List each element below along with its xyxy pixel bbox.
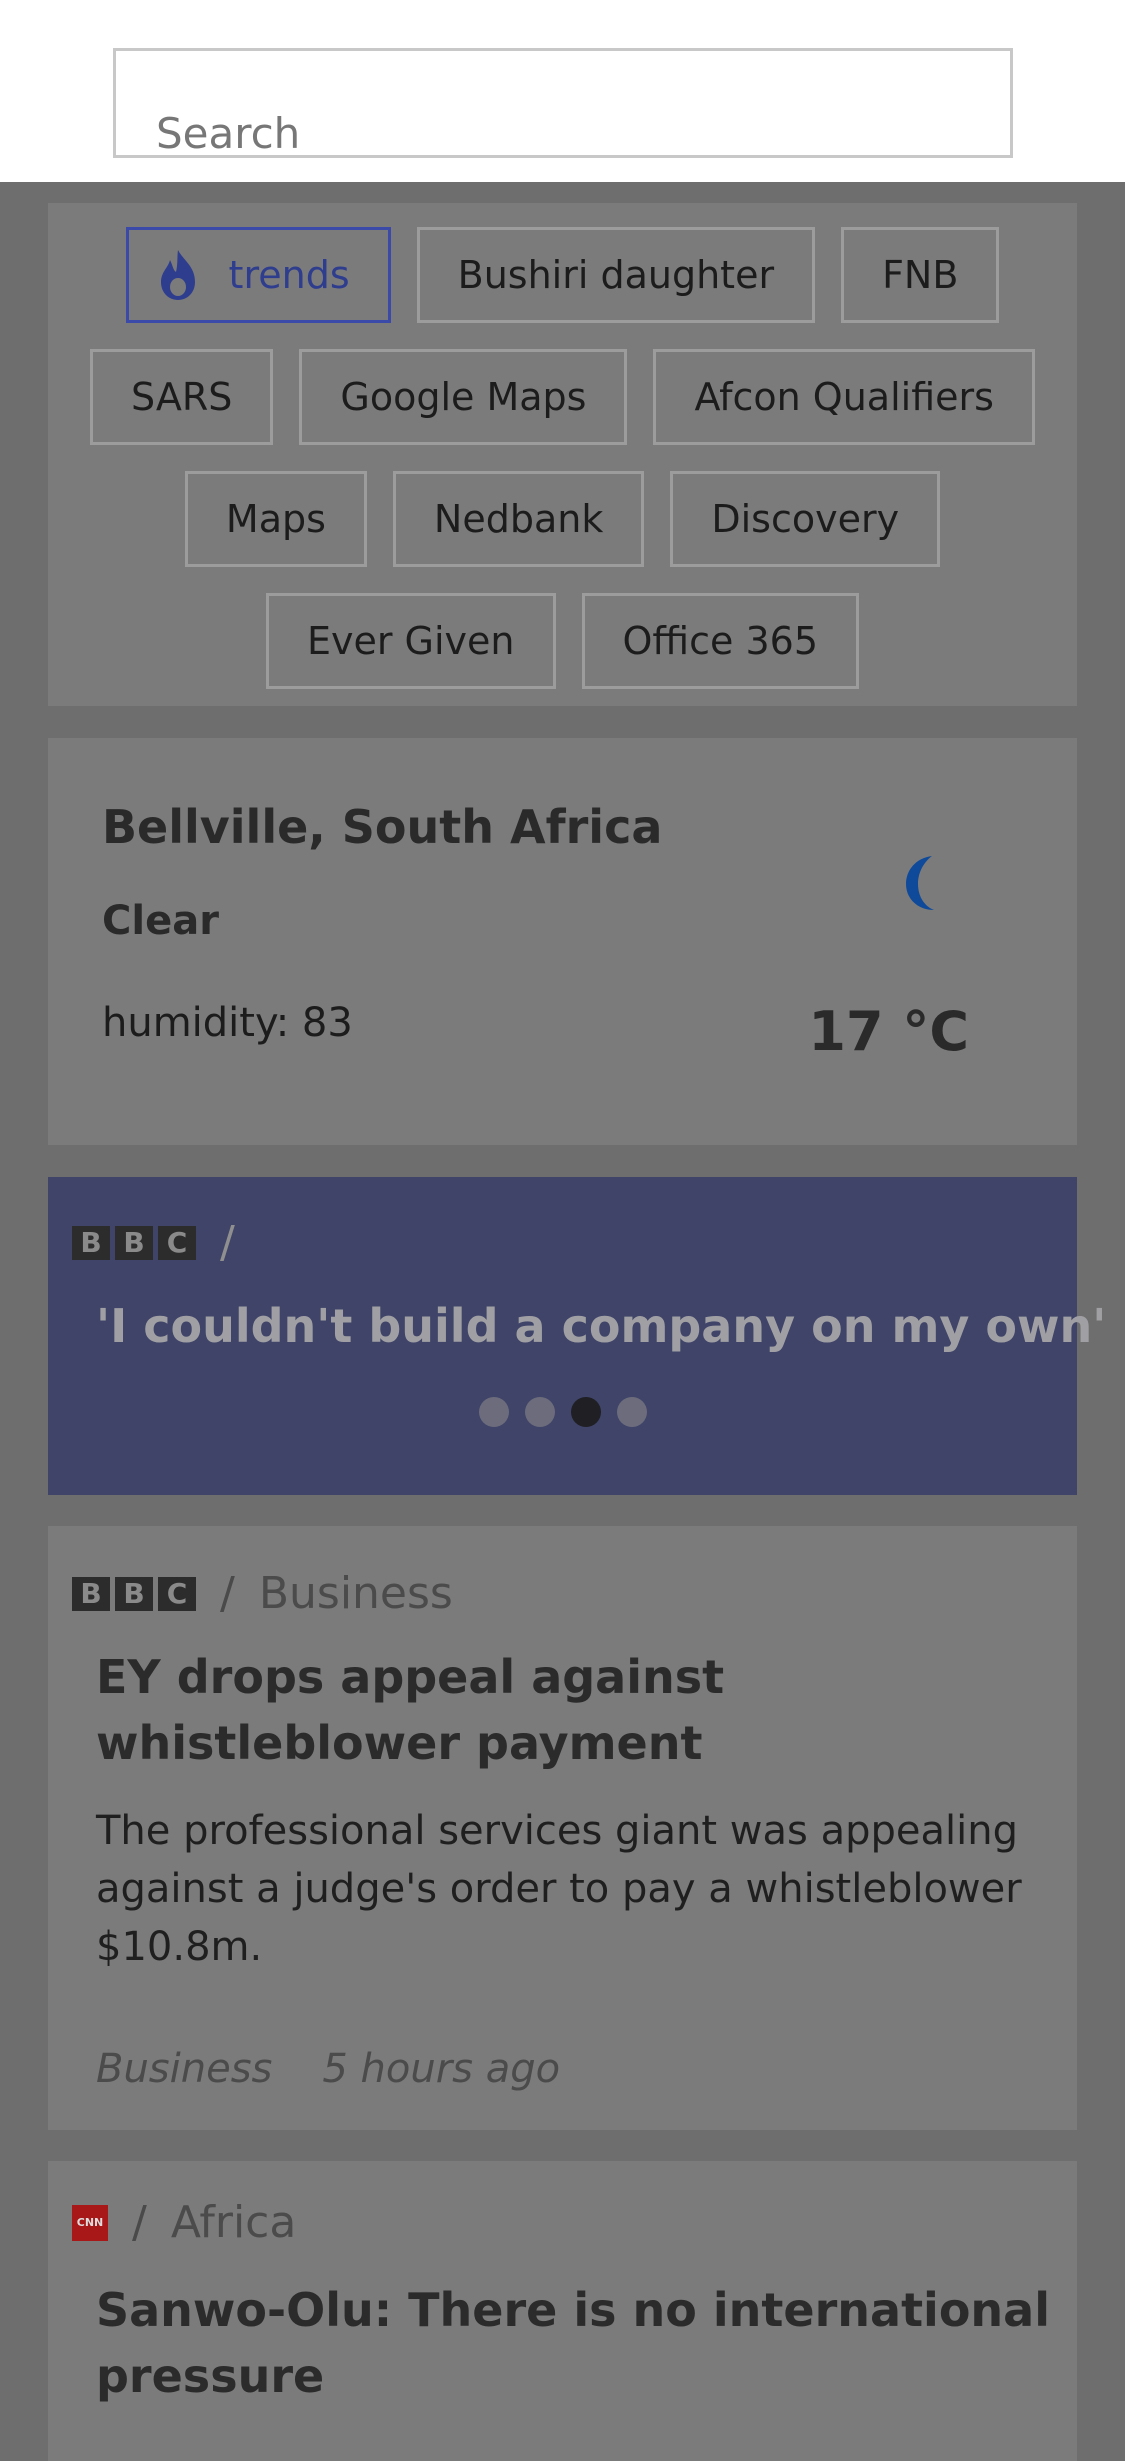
chip-row: SARS Google Maps Afcon Qualifiers [48,349,1077,445]
chip-label: Afcon Qualifiers [694,375,994,419]
flame-icon [160,250,195,300]
logo-letter: B [115,1576,153,1611]
cnn-logo: CNN [72,2204,108,2241]
article-card[interactable]: B B C / Business EY drops appeal against… [48,1526,1077,2130]
chip-label: Maps [225,497,326,541]
chip-label: Office 365 [622,619,819,663]
chip-label: FNB [882,253,959,297]
carousel-dot[interactable] [478,1397,509,1427]
source-separator: / [220,1568,235,1619]
chip-fnb[interactable]: FNB [841,227,1000,323]
chip-label: SARS [131,375,233,419]
article-section: Africa [170,2197,297,2248]
chip-label: Bushiri daughter [457,253,775,297]
trends-chip[interactable]: trends [125,227,391,323]
chip-label: Discovery [711,497,900,541]
source-line: B B C / [72,1217,235,1268]
chip-office-365[interactable]: Office 365 [581,593,860,689]
logo-letter: B [72,1225,110,1260]
article-description: The professional services giant was appe… [96,1808,1022,1970]
carousel-dot[interactable] [524,1397,555,1427]
chip-label: Google Maps [340,375,587,419]
chip-discovery[interactable]: Discovery [670,471,941,567]
logo-letter: C [158,1576,196,1611]
carousel-dot-active[interactable] [570,1397,601,1427]
weather-location: Bellville, South Africa [102,800,663,854]
chip-bushiri-daughter[interactable]: Bushiri daughter [416,227,816,323]
logo-letter: B [72,1576,110,1611]
carousel-headline[interactable]: 'I couldn't build a company on my own' [96,1299,1106,1353]
bbc-logo: B B C [72,1225,196,1260]
chip-google-maps[interactable]: Google Maps [299,349,628,445]
chip-afcon-qualifiers[interactable]: Afcon Qualifiers [653,349,1035,445]
logo-letter: B [115,1225,153,1260]
chip-nedbank[interactable]: Nedbank [392,471,645,567]
chip-label: Nedbank [433,497,604,541]
article-time: 5 hours ago [322,2046,561,2092]
weather-card[interactable]: Bellville, South Africa Clear humidity: … [48,738,1077,1145]
search-box[interactable] [113,48,1013,158]
weather-humidity: humidity: 83 [102,1000,353,1046]
trending-card: trends Bushiri daughter FNB SARS Google … [48,203,1077,706]
chip-sars[interactable]: SARS [90,349,274,445]
bbc-logo: B B C [72,1576,196,1611]
source-separator: / [220,1217,235,1268]
carousel-dots [48,1397,1077,1427]
chip-ever-given[interactable]: Ever Given [265,593,556,689]
headline-carousel[interactable]: B B C / 'I couldn't build a company on m… [48,1177,1106,1495]
article-title[interactable]: EY drops appeal against whistleblower pa… [96,1644,1056,1776]
source-line: B B C / Business [72,1568,453,1619]
chip-row: trends Bushiri daughter FNB [48,227,1077,323]
top-bar [0,0,1125,182]
chip-row: Ever Given Office 365 [48,593,1077,689]
chip-row: Maps Nedbank Discovery [48,471,1077,567]
chip-label: trends [228,253,350,297]
search-input[interactable] [156,111,956,155]
crescent-moon-icon [906,856,934,910]
chip-maps[interactable]: Maps [184,471,367,567]
weather-condition: Clear [102,898,219,944]
article-card[interactable]: CNN / Africa Sanwo-Olu: There is no inte… [48,2161,1077,2461]
article-section: Business [258,1568,453,1619]
carousel-dot[interactable] [616,1397,647,1427]
chip-label: Ever Given [306,619,515,663]
source-separator: / [132,2197,147,2248]
article-meta: Business 5 hours ago [96,2046,560,2092]
weather-temperature: 17 °C [808,1000,969,1063]
article-category: Business [96,2046,273,2092]
logo-letter: C [158,1225,196,1260]
article-title[interactable]: Sanwo-Olu: There is no international pre… [96,2277,1056,2409]
source-line: CNN / Africa [72,2197,296,2248]
